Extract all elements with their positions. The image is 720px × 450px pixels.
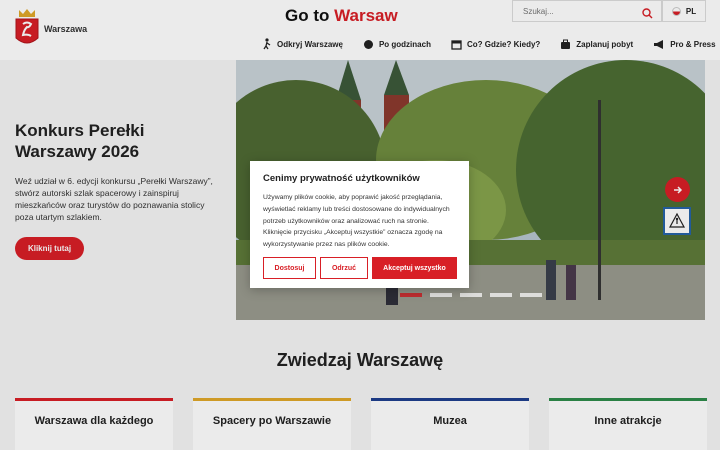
cookie-text: Używamy plików cookie, aby poprawić jako…: [263, 194, 450, 249]
cookie-title: Cenimy prywatność użytkowników: [263, 173, 420, 184]
cookie-consent-modal: Cenimy prywatność użytkowników Używamy p…: [250, 161, 469, 288]
accept-all-button[interactable]: Akceptuj wszystko: [372, 257, 457, 279]
reject-button[interactable]: Odrzuć: [320, 257, 368, 279]
cookie-buttons: Dostosuj Odrzuć Akceptuj wszystko: [263, 257, 457, 279]
customize-button[interactable]: Dostosuj: [263, 257, 316, 279]
